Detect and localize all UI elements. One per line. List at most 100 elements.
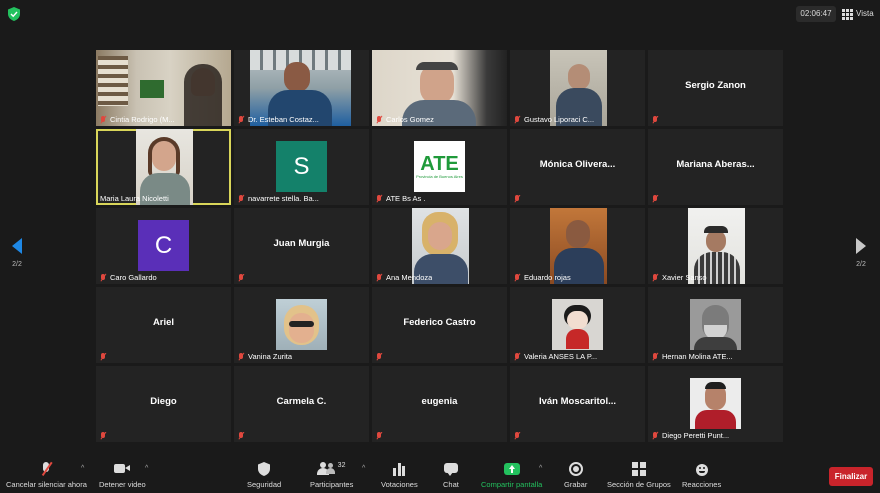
end-meeting-button[interactable]: Finalizar	[829, 467, 873, 486]
breakout-rooms-icon	[631, 462, 646, 476]
participants-count: 32	[337, 462, 346, 469]
muted-mic-icon	[652, 273, 658, 282]
video-camera-icon	[113, 462, 131, 476]
muted-mic-icon	[514, 352, 520, 361]
arrow-right-icon	[856, 238, 866, 254]
participant-tile[interactable]: Mónica Olivera...	[510, 129, 645, 205]
participant-tile[interactable]: Vanina Zurita	[234, 287, 369, 363]
participants-icon: 32	[312, 462, 352, 476]
muted-mic-icon	[376, 115, 382, 124]
top-bar: 02:06:47 Vista	[0, 0, 880, 30]
participant-name: Dr. Esteban Costaz...	[238, 115, 319, 124]
bar-chart-icon	[392, 462, 406, 476]
participant-name: Valeria ANSES LA P...	[514, 352, 597, 361]
previous-page-button[interactable]: 2/2	[6, 238, 28, 268]
participant-tile[interactable]: Diego Peretti Punt...	[648, 366, 783, 442]
breakout-rooms-button[interactable]: Sección de Grupos	[607, 462, 671, 489]
muted-mic-icon	[238, 194, 244, 203]
video-options-caret[interactable]: ^	[145, 465, 148, 472]
security-shield-icon	[258, 462, 271, 476]
participant-tile[interactable]: Cintia Rodrigo (M...	[96, 50, 231, 126]
participant-tile[interactable]: Ariel	[96, 287, 231, 363]
security-button[interactable]: Seguridad	[247, 462, 281, 489]
reactions-button[interactable]: Reacciones	[682, 462, 721, 489]
muted-mic-icon	[376, 432, 382, 440]
participant-name: Eduardo rojas	[514, 273, 571, 282]
security-shield-icon[interactable]	[8, 7, 20, 21]
participant-display-name: Federico Castro	[403, 317, 476, 328]
participant-tile[interactable]: Eduardo rojas	[510, 208, 645, 284]
participant-tile[interactable]: S navarrete stella. Ba...	[234, 129, 369, 205]
participant-photo-avatar	[552, 299, 603, 350]
participant-display-name: Sergio Zanon	[685, 80, 746, 91]
participant-tile[interactable]: Xavier Sanso	[648, 208, 783, 284]
participant-name: Gustavo Liporaci C...	[514, 115, 594, 124]
participant-name	[238, 274, 248, 282]
participant-name	[376, 353, 386, 361]
participant-tile[interactable]: C Caro Gallardo	[96, 208, 231, 284]
participant-tile-active-speaker[interactable]: Maria Laura Nicoletti	[96, 129, 231, 205]
record-icon	[568, 462, 583, 476]
participant-tile[interactable]: Sergio Zanon	[648, 50, 783, 126]
meeting-toolbar: Cancelar silenciar ahora ^ Detener video…	[0, 456, 880, 493]
participant-tile[interactable]: Mariana Aberas...	[648, 129, 783, 205]
participant-display-name: Ariel	[152, 317, 175, 328]
participant-tile[interactable]: Iván Moscaritol...	[510, 366, 645, 442]
participant-photo-avatar	[690, 378, 741, 429]
unmute-button[interactable]: Cancelar silenciar ahora	[6, 461, 87, 489]
participant-tile[interactable]: Federico Castro	[372, 287, 507, 363]
polls-button[interactable]: Votaciones	[381, 462, 418, 489]
participant-name: Ana Mendoza	[376, 273, 432, 282]
view-button[interactable]: Vista	[842, 6, 874, 22]
participant-tile[interactable]: Ana Mendoza	[372, 208, 507, 284]
participant-display-name: eugenia	[421, 396, 458, 407]
page-indicator-left: 2/2	[12, 261, 22, 268]
participant-display-name: Mónica Olivera...	[539, 159, 616, 170]
participant-tile[interactable]: Juan Murgia	[234, 208, 369, 284]
participant-name: Xavier Sanso	[652, 273, 707, 282]
participant-name	[238, 432, 248, 440]
participant-name	[514, 195, 524, 203]
arrow-left-icon	[12, 238, 22, 254]
muted-mic-icon	[652, 431, 658, 440]
participant-tile[interactable]: Carmela C.	[234, 366, 369, 442]
muted-mic-icon	[238, 115, 244, 124]
participant-name	[652, 116, 662, 124]
chat-bubble-icon	[443, 462, 458, 476]
share-screen-button[interactable]: Compartir pantalla	[481, 462, 542, 489]
next-page-button[interactable]: 2/2	[850, 238, 872, 268]
muted-mic-icon	[238, 274, 244, 282]
participants-options-caret[interactable]: ^	[362, 465, 365, 472]
participants-button[interactable]: 32 Participantes	[310, 462, 353, 489]
participant-tile[interactable]: Valeria ANSES LA P...	[510, 287, 645, 363]
record-button[interactable]: Grabar	[564, 462, 587, 489]
participant-tile[interactable]: ATE Provincia de Buenos Aires ATE Bs As …	[372, 129, 507, 205]
participant-name	[100, 353, 110, 361]
participant-tile[interactable]: Hernan Molina ATE...	[648, 287, 783, 363]
gallery-view: Cintia Rodrigo (M... Dr. Esteban Costaz.…	[96, 50, 784, 444]
participant-display-name: Juan Murgia	[273, 238, 330, 249]
ate-logo: ATE Provincia de Buenos Aires	[414, 141, 465, 192]
grid-view-icon	[842, 8, 853, 20]
participant-tile[interactable]: eugenia	[372, 366, 507, 442]
page-indicator-right: 2/2	[856, 261, 866, 268]
muted-mic-icon	[100, 273, 106, 282]
participant-tile[interactable]: Carlos Gomez	[372, 50, 507, 126]
participant-name: Caro Gallardo	[100, 273, 157, 282]
chat-button[interactable]: Chat	[443, 462, 459, 489]
participant-tile[interactable]: Dr. Esteban Costaz...	[234, 50, 369, 126]
muted-mic-icon	[514, 432, 520, 440]
share-options-caret[interactable]: ^	[539, 465, 542, 472]
participant-name: navarrete stella. Ba...	[238, 194, 319, 203]
stop-video-button[interactable]: Detener video	[99, 462, 146, 489]
muted-mic-icon	[100, 432, 106, 440]
participant-name	[376, 432, 386, 440]
view-label: Vista	[856, 9, 874, 18]
audio-options-caret[interactable]: ^	[81, 465, 84, 472]
participant-tile[interactable]: Gustavo Liporaci C...	[510, 50, 645, 126]
participant-name	[514, 432, 524, 440]
participant-tile[interactable]: Diego	[96, 366, 231, 442]
participant-name: Carlos Gomez	[376, 115, 434, 124]
muted-mic-icon	[238, 432, 244, 440]
participant-display-name: Diego	[150, 396, 177, 407]
